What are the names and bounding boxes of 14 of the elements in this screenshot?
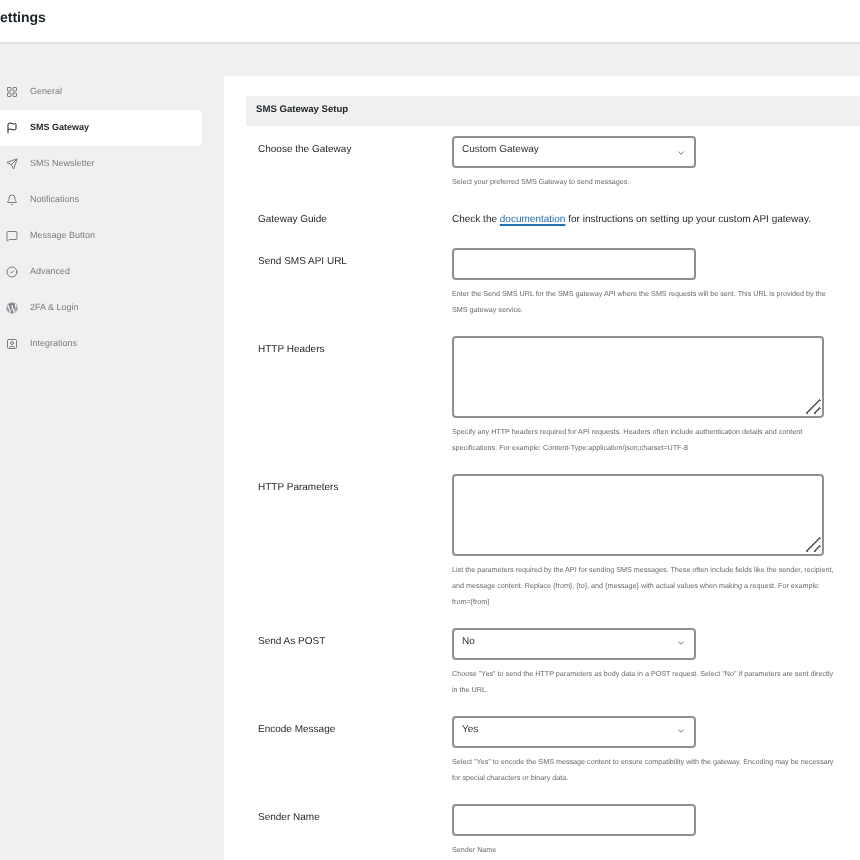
chevron-down-icon <box>676 726 686 736</box>
chevron-down-icon <box>676 638 686 648</box>
text-input-field[interactable] <box>452 803 696 835</box>
send-icon <box>6 158 18 170</box>
grid-icon <box>6 86 18 98</box>
text-input-field[interactable] <box>452 247 696 279</box>
wordpress-icon <box>6 302 18 314</box>
bell-icon <box>6 194 18 206</box>
flag-icon <box>6 122 18 134</box>
check-circle-icon <box>6 266 18 278</box>
textarea-field[interactable] <box>452 335 824 417</box>
textarea-field[interactable] <box>452 473 824 555</box>
message-icon <box>6 230 18 242</box>
chevron-down-icon <box>676 147 686 157</box>
